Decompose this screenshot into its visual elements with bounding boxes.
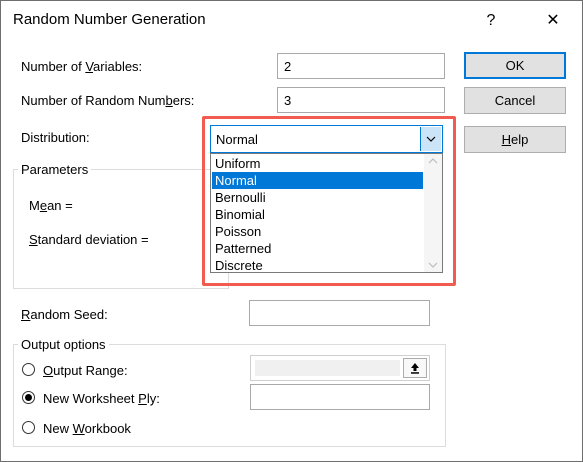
new-workbook-label[interactable]: New Workbook [43,421,131,436]
option-patterned[interactable]: Patterned [212,240,423,257]
output-options-title: Output options [18,337,109,352]
num-variables-label: Number of Variables: [21,59,143,74]
parameters-group [13,169,229,289]
option-discrete[interactable]: Discrete [212,257,423,274]
scroll-up-icon[interactable] [428,158,438,164]
output-range-label[interactable]: Output Range: [43,363,128,378]
new-worksheet-ply-label[interactable]: New Worksheet Ply: [43,391,160,406]
range-select-icon[interactable] [403,358,427,378]
random-number-generation-dialog: Random Number Generation ? ✕ Number of V… [0,0,583,462]
close-icon[interactable]: ✕ [539,7,567,35]
scroll-down-icon[interactable] [428,262,438,268]
help-question-icon[interactable]: ? [477,7,505,35]
distribution-dropdown-list: Uniform Normal Bernoulli Binomial Poisso… [210,153,443,273]
std-dev-label: Standard deviation = [29,232,149,247]
num-random-numbers-value: 3 [284,92,292,108]
mean-label: Mean = [29,198,73,213]
random-seed-input[interactable] [249,300,430,326]
option-binomial[interactable]: Binomial [212,206,423,223]
chevron-down-icon[interactable] [420,127,441,151]
new-workbook-radio[interactable] [22,421,35,434]
output-range-radio[interactable] [22,363,35,376]
output-range-field [255,360,400,376]
num-random-numbers-label: Number of Random Numbers: [21,93,195,108]
ok-button[interactable]: OK [464,52,566,79]
option-normal[interactable]: Normal [212,172,423,189]
dropdown-options: Uniform Normal Bernoulli Binomial Poisso… [212,155,423,274]
new-worksheet-ply-radio[interactable] [22,391,35,404]
dropdown-scrollbar[interactable] [424,154,442,272]
option-uniform[interactable]: Uniform [212,155,423,172]
distribution-value: Normal [216,132,258,147]
option-bernoulli[interactable]: Bernoulli [212,189,423,206]
num-random-numbers-input[interactable]: 3 [277,87,445,113]
distribution-combo[interactable]: Normal [210,125,443,153]
dialog-title: Random Number Generation [13,11,206,28]
random-seed-label: Random Seed: [21,307,108,322]
help-button[interactable]: Help [464,126,566,153]
new-worksheet-ply-input[interactable] [250,384,430,410]
parameters-title: Parameters [18,162,92,177]
output-range-input[interactable] [250,355,430,381]
distribution-label: Distribution: [21,130,90,145]
option-poisson[interactable]: Poisson [212,223,423,240]
num-variables-value: 2 [284,58,292,74]
cancel-button[interactable]: Cancel [464,87,566,114]
num-variables-input[interactable]: 2 [277,53,445,79]
